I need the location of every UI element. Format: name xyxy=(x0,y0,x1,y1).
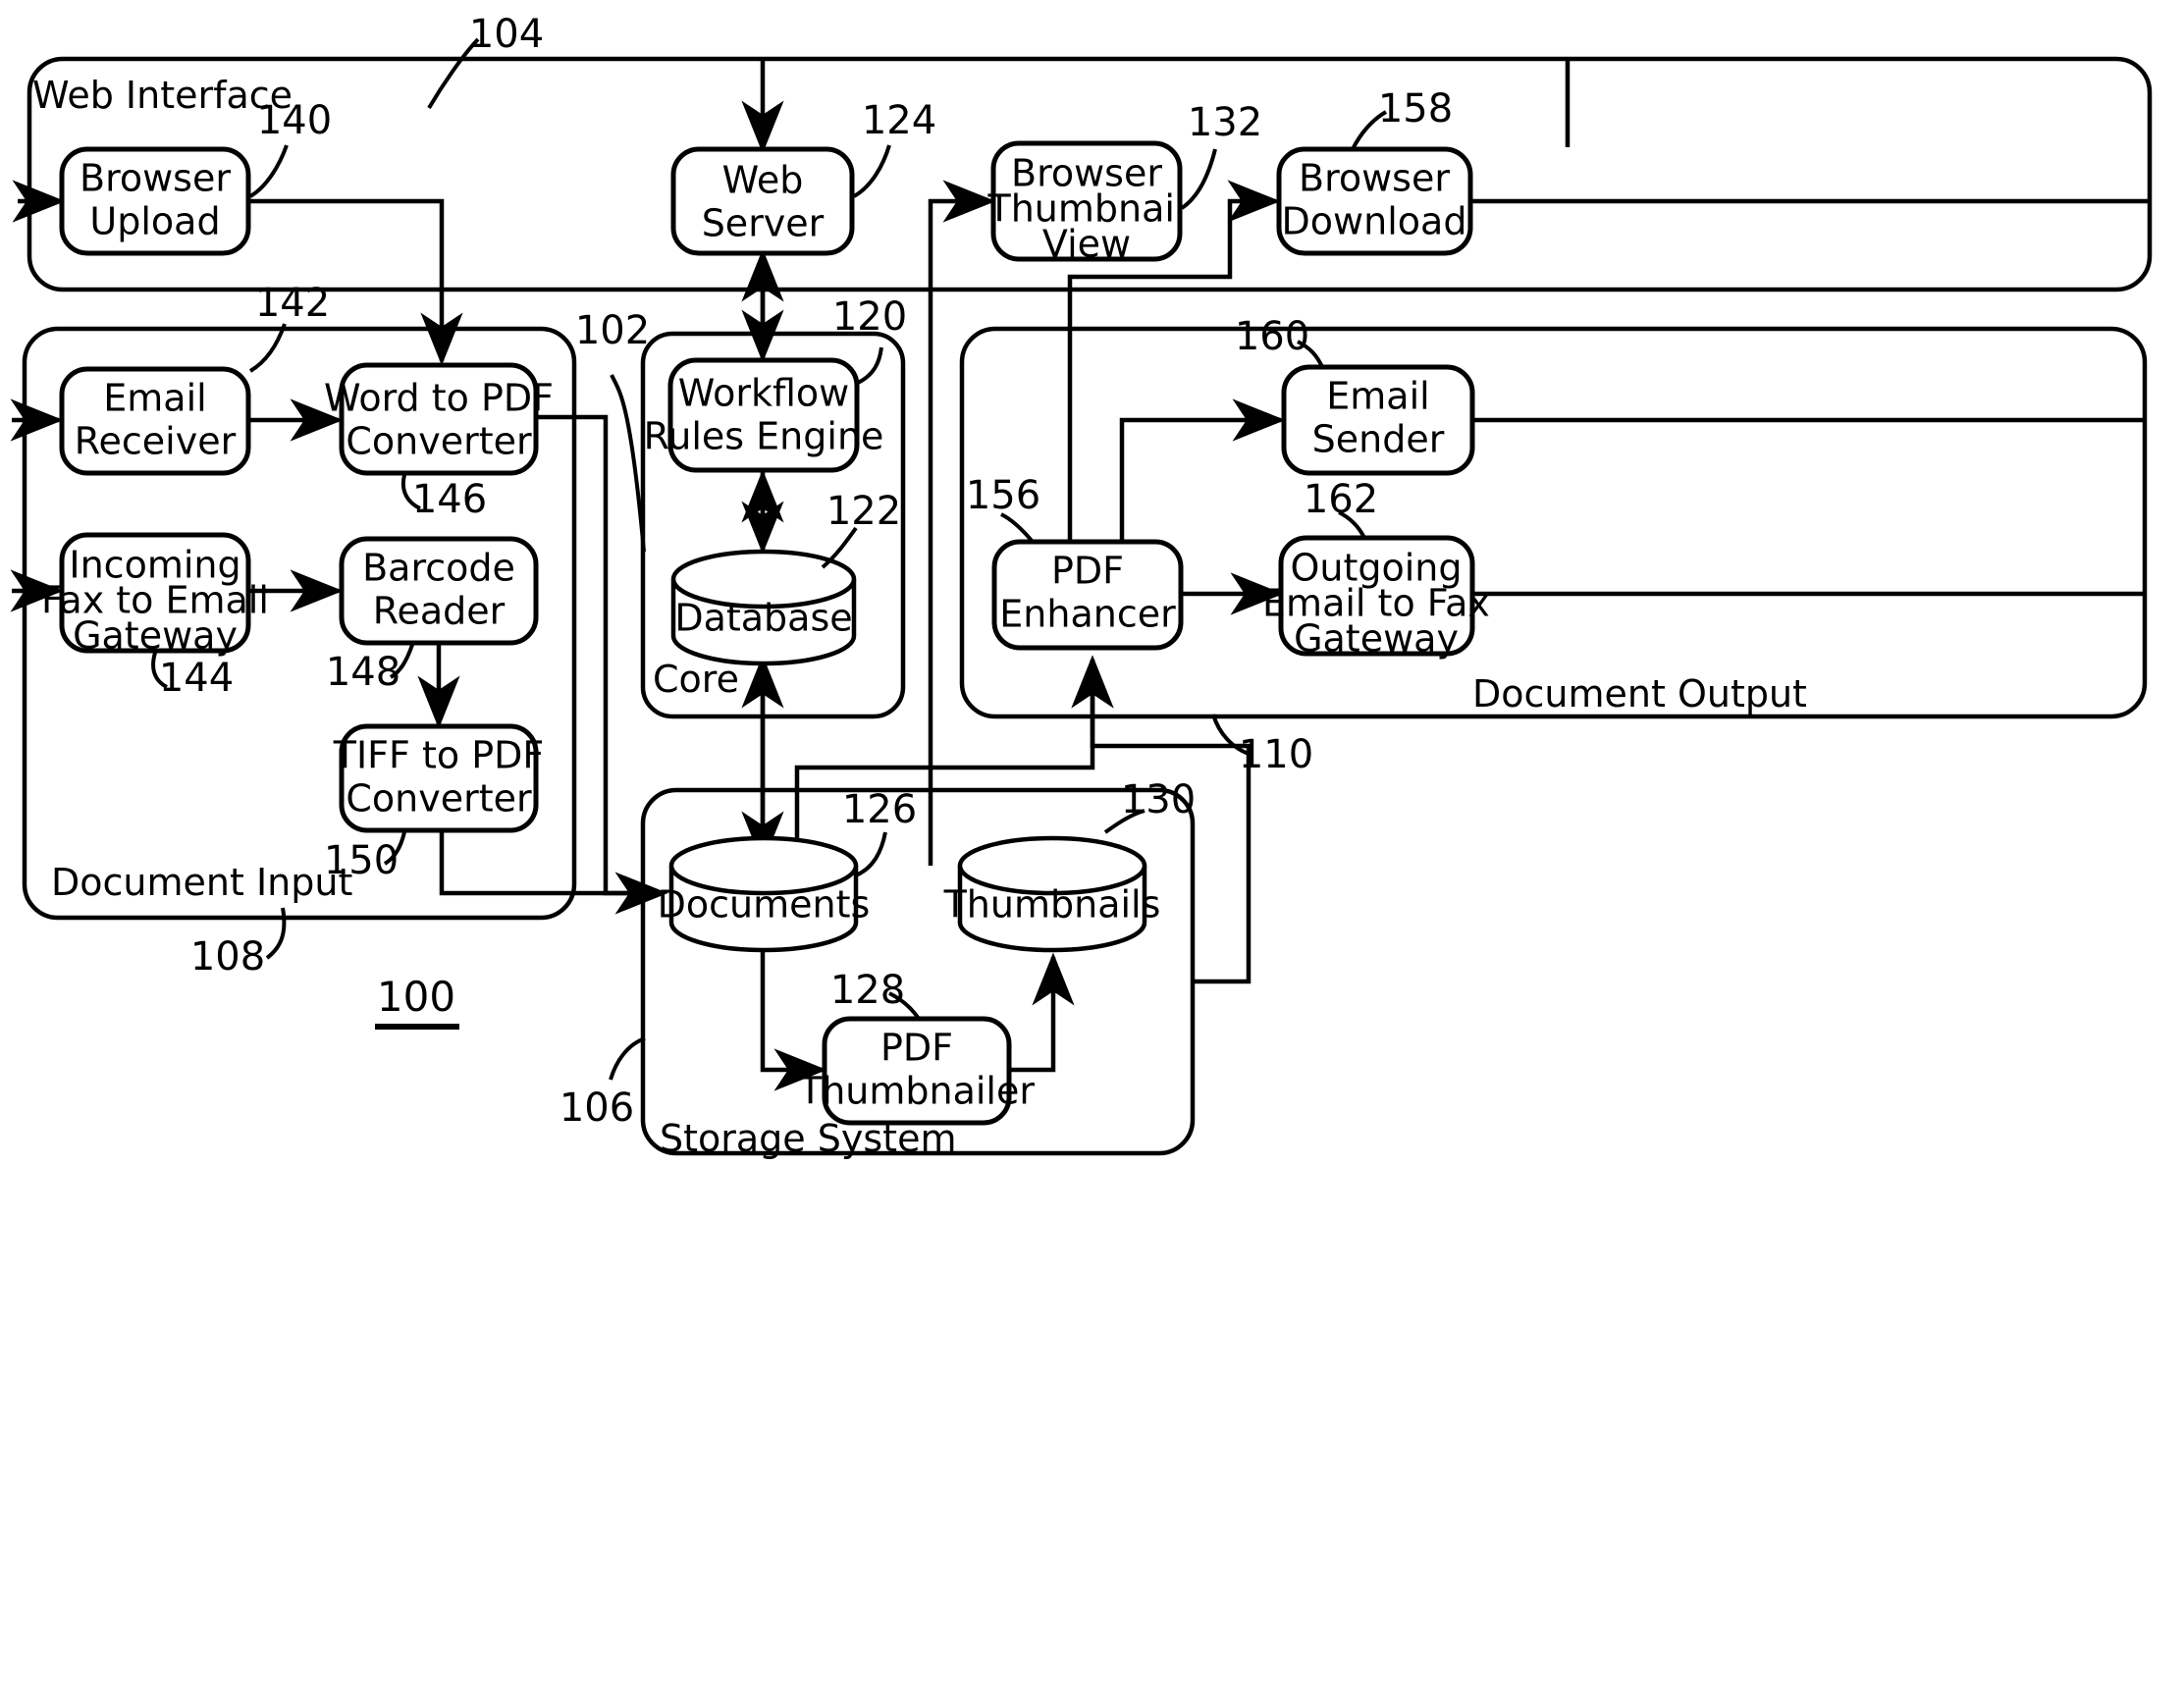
group-label-document-input: Document Input xyxy=(51,861,352,904)
connector-pdf-thumbnailer-to-thumbnails xyxy=(1008,952,1075,1073)
ref-104: 104 xyxy=(469,12,544,57)
browser-download-label-line1: Browser xyxy=(1299,157,1450,200)
leader-108 xyxy=(265,907,287,960)
tiff-to-pdf-converter-label-line2: Converter xyxy=(346,777,532,821)
ref-158: 158 xyxy=(1378,86,1453,132)
ref-162: 162 xyxy=(1304,477,1378,522)
documents-label: Documents xyxy=(658,883,871,927)
ref-120: 120 xyxy=(832,294,907,340)
barcode-reader-label-line1: Barcode xyxy=(362,547,515,590)
leader-122 xyxy=(821,526,858,569)
incoming-fax-label-line3: Gateway xyxy=(73,614,238,658)
patent-figure-canvas: Browser Upload Web Server Browser Thumbn… xyxy=(0,0,2184,1696)
ref-144: 144 xyxy=(159,656,234,701)
group-document-output xyxy=(959,326,2148,719)
leader-156 xyxy=(1000,512,1035,544)
node-thumbnails[interactable]: Thumbnails xyxy=(943,835,1161,953)
connector-documents-to-pdf-thumbnailer xyxy=(760,932,827,1091)
browser-upload-label-line1: Browser xyxy=(80,157,231,200)
node-browser-upload[interactable]: Browser Upload xyxy=(59,146,251,256)
node-pdf-enhancer[interactable]: PDF Enhancer xyxy=(991,539,1184,651)
leader-140 xyxy=(248,144,289,198)
leader-124 xyxy=(852,144,891,198)
node-workflow-rules-engine[interactable]: Workflow Rules Engine xyxy=(644,357,884,473)
email-receiver-label-line1: Email xyxy=(103,377,206,420)
ref-146: 146 xyxy=(412,477,487,522)
ref-122: 122 xyxy=(826,489,901,534)
ref-124: 124 xyxy=(862,98,936,143)
node-word-to-pdf-converter[interactable]: Word to PDF Converter xyxy=(324,362,554,476)
tiff-to-pdf-converter-label-line1: TIFF to PDF xyxy=(333,734,544,777)
node-outgoing-email-to-fax-gateway[interactable]: Outgoing Email to Fax Gateway xyxy=(1262,535,1490,661)
ref-140: 140 xyxy=(257,98,332,143)
thumbnails-label: Thumbnails xyxy=(943,883,1161,927)
ref-142: 142 xyxy=(255,281,330,326)
workflow-rules-engine-label-line1: Workflow xyxy=(678,372,850,415)
ref-160: 160 xyxy=(1235,314,1309,359)
barcode-reader-label-line2: Reader xyxy=(373,590,506,633)
database-label: Database xyxy=(674,597,852,640)
node-incoming-fax-to-email-gateway[interactable]: Incoming Fax to Email Gateway xyxy=(41,532,269,658)
email-receiver-label-line2: Receiver xyxy=(75,420,237,463)
group-label-core: Core xyxy=(653,658,739,701)
web-server-label-line1: Web xyxy=(722,159,804,202)
leader-106 xyxy=(609,1036,646,1081)
node-web-server[interactable]: Web Server xyxy=(670,146,855,256)
browser-download-label-line2: Download xyxy=(1282,200,1467,243)
word-to-pdf-converter-label-line2: Converter xyxy=(346,420,532,463)
group-label-storage-system: Storage System xyxy=(660,1117,956,1160)
pdf-thumbnailer-label-line1: PDF xyxy=(880,1027,953,1070)
pdf-thumbnailer-label-line2: Thumbnailer xyxy=(798,1070,1035,1113)
ref-148: 148 xyxy=(326,650,400,695)
node-tiff-to-pdf-converter[interactable]: TIFF to PDF Converter xyxy=(333,723,544,833)
ref-102: 102 xyxy=(575,308,650,353)
ref-150: 150 xyxy=(324,838,399,883)
leader-102 xyxy=(610,374,646,553)
ref-128: 128 xyxy=(830,968,905,1013)
ref-132: 132 xyxy=(1188,100,1262,145)
group-label-web-interface: Web Interface xyxy=(32,74,293,117)
node-browser-thumbnail-view[interactable]: Browser Thumbnail View xyxy=(986,140,1186,266)
browser-thumbnail-view-label-line3: View xyxy=(1042,223,1131,266)
node-database[interactable]: Database xyxy=(670,549,857,666)
node-email-receiver[interactable]: Email Receiver xyxy=(59,366,251,476)
node-browser-download[interactable]: Browser Download xyxy=(1276,146,1473,256)
node-email-sender[interactable]: Email Sender xyxy=(1281,364,1475,476)
pdf-enhancer-label-line1: PDF xyxy=(1051,550,1124,593)
node-documents[interactable]: Documents xyxy=(658,835,871,953)
ref-110: 110 xyxy=(1239,732,1313,777)
system-block-diagram: Browser Upload Web Server Browser Thumbn… xyxy=(10,12,2153,1160)
ref-106: 106 xyxy=(559,1086,634,1131)
leader-132 xyxy=(1180,148,1217,210)
ref-130: 130 xyxy=(1121,777,1196,822)
browser-upload-label-line2: Upload xyxy=(89,200,220,243)
web-server-label-line2: Server xyxy=(702,202,825,245)
connector-tiff-converter-to-documents xyxy=(439,829,664,896)
group-label-document-output: Document Output xyxy=(1472,672,1807,716)
word-to-pdf-converter-label-line1: Word to PDF xyxy=(324,377,554,420)
node-pdf-thumbnailer[interactable]: PDF Thumbnailer xyxy=(798,1016,1035,1126)
leader-126 xyxy=(855,831,887,877)
pdf-enhancer-label-line2: Enhancer xyxy=(999,593,1176,636)
email-sender-label-line2: Sender xyxy=(1312,418,1445,461)
ref-126: 126 xyxy=(842,787,917,832)
node-barcode-reader[interactable]: Barcode Reader xyxy=(339,536,539,646)
ref-108: 108 xyxy=(190,934,265,980)
outgoing-fax-label-line3: Gateway xyxy=(1294,617,1459,661)
workflow-rules-engine-label-line2: Rules Engine xyxy=(644,415,884,458)
ref-156: 156 xyxy=(966,473,1040,518)
email-sender-label-line1: Email xyxy=(1326,375,1429,418)
leader-120 xyxy=(857,346,883,385)
connector-pdf-enhancer-to-email-sender xyxy=(1119,398,1286,552)
figure-number: 100 xyxy=(377,973,455,1021)
